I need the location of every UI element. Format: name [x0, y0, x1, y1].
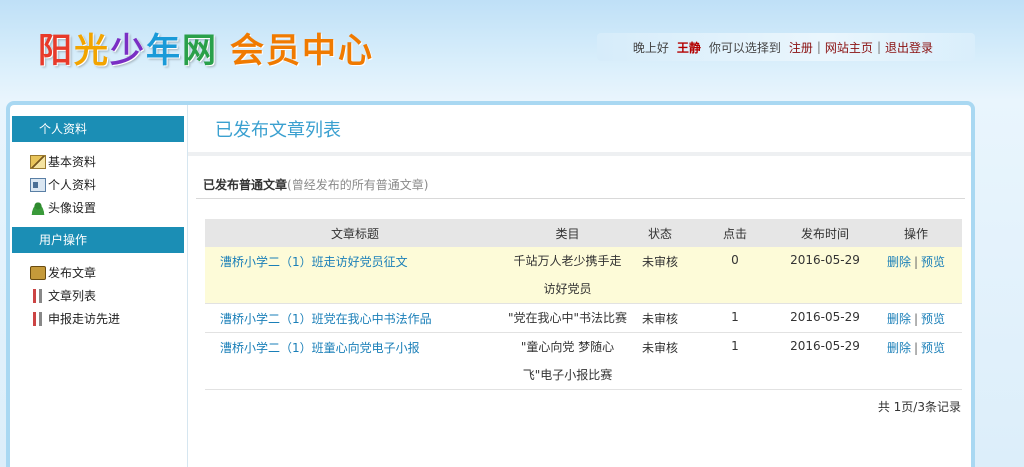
cell-actions: 删除 | 预览 [870, 332, 962, 390]
col-header-title: 文章标题 [205, 219, 505, 247]
delete-link[interactable]: 删除 [887, 255, 911, 269]
section-note: (曾经发布的所有普通文章) [287, 178, 429, 192]
logout-link[interactable]: 退出登录 [885, 39, 933, 56]
article-title-link[interactable]: 漕桥小学二（1）班党在我心中书法作品 [220, 312, 432, 326]
col-header-category: 类目 [505, 219, 630, 247]
sidebar-item-report-visit[interactable]: 申报走访先进 [30, 307, 187, 330]
register-link[interactable]: 注册 [789, 39, 813, 56]
article-title-link[interactable]: 漕桥小学二（1）班走访好党员征文 [220, 255, 408, 269]
choose-text: 你可以选择到 [708, 40, 781, 55]
table-row: 漕桥小学二（1）班党在我心中书法作品 "党在我心中"书法比赛 未审核 1 201… [205, 303, 962, 333]
sidebar: 个人资料 基本资料 个人资料 头像设置 用户操作 发布文章 文章列表 申报走访先… [10, 105, 188, 467]
tools-icon [30, 288, 46, 303]
cell-category: 千站万人老少携手走 访好党员 [505, 247, 630, 304]
sidebar-item-label: 基本资料 [48, 155, 97, 169]
divider: | [913, 312, 919, 326]
cell-date: 2016-05-29 [780, 247, 870, 304]
article-title-link[interactable]: 漕桥小学二（1）班童心向党电子小报 [220, 341, 420, 355]
category-line: "党在我心中"书法比赛 [507, 311, 628, 325]
divider: | [913, 255, 919, 269]
sidebar-list-profile: 基本资料 个人资料 头像设置 [10, 142, 187, 225]
pencil-icon [30, 154, 46, 169]
preview-link[interactable]: 预览 [921, 255, 945, 269]
logo-main-text: 阳光少年网 [38, 23, 218, 72]
divider: | [816, 40, 821, 54]
col-header-clicks: 点击 [690, 219, 780, 247]
pagination-summary: 共 1页/3条记录 [877, 400, 961, 414]
article-table: 文章标题 类目 状态 点击 发布时间 操作 漕桥小学二（1）班走访好党员征文 千… [205, 219, 962, 390]
col-header-actions: 操作 [870, 219, 962, 247]
sidebar-item-basic-info[interactable]: 基本资料 [30, 150, 187, 173]
category-line: 访好党员 [543, 282, 592, 296]
sidebar-section-profile: 个人资料 [12, 116, 184, 142]
logo-char: 阳 [38, 30, 74, 71]
category-line: 飞"电子小报比赛 [522, 368, 613, 382]
section-title: 已发布普通文章(曾经发布的所有普通文章) [196, 176, 965, 199]
user-topbar: 晚上好 王静 你可以选择到 注册 | 网站主页 | 退出登录 [597, 33, 975, 61]
sidebar-item-label: 文章列表 [48, 289, 97, 303]
main-frame: 个人资料 基本资料 个人资料 头像设置 用户操作 发布文章 文章列表 申报走访先… [6, 101, 975, 467]
content-area: 已发布文章列表 已发布普通文章(曾经发布的所有普通文章) 文章标题 类目 状态 … [188, 105, 971, 467]
site-home-link[interactable]: 网站主页 [825, 39, 873, 56]
logo-char: 网 [182, 30, 218, 71]
id-card-icon [30, 177, 46, 192]
table-row: 漕桥小学二（1）班童心向党电子小报 "童心向党 梦随心 飞"电子小报比赛 未审核 … [205, 332, 962, 390]
cell-clicks: 1 [690, 332, 780, 390]
category-line: 千站万人老少携手走 [513, 254, 622, 268]
sidebar-item-label: 个人资料 [48, 178, 97, 192]
tools-icon [30, 311, 46, 326]
delete-link[interactable]: 删除 [887, 341, 911, 355]
category-line: "童心向党 梦随心 [520, 340, 615, 354]
cell-date: 2016-05-29 [780, 332, 870, 390]
cell-status: 未审核 [630, 247, 690, 304]
cell-category: "党在我心中"书法比赛 [505, 303, 630, 333]
logo-char: 少 [110, 30, 146, 71]
sidebar-item-label: 申报走访先进 [48, 312, 121, 326]
preview-link[interactable]: 预览 [921, 312, 945, 326]
cell-title: 漕桥小学二（1）班童心向党电子小报 [205, 332, 505, 390]
cell-clicks: 0 [690, 247, 780, 304]
cell-clicks: 1 [690, 303, 780, 333]
sidebar-item-publish-article[interactable]: 发布文章 [30, 261, 187, 284]
cell-actions: 删除 | 预览 [870, 247, 962, 304]
sidebar-item-avatar-settings[interactable]: 头像设置 [30, 196, 187, 219]
section-title-text: 已发布普通文章 [203, 178, 288, 192]
page-title: 已发布文章列表 [188, 105, 971, 156]
sidebar-item-article-list[interactable]: 文章列表 [30, 284, 187, 307]
avatar-icon [30, 200, 46, 215]
cell-date: 2016-05-29 [780, 303, 870, 333]
cell-status: 未审核 [630, 332, 690, 390]
sidebar-item-label: 头像设置 [48, 201, 97, 215]
logo-char: 光 [74, 30, 110, 71]
bag-icon [30, 265, 46, 280]
logo-subtitle: 会员中心 [230, 30, 374, 71]
table-row: 漕桥小学二（1）班走访好党员征文 千站万人老少携手走 访好党员 未审核 0 201… [205, 247, 962, 304]
sidebar-section-user-ops: 用户操作 [12, 227, 184, 253]
username: 王静 [676, 40, 701, 55]
cell-actions: 删除 | 预览 [870, 303, 962, 333]
site-logo[interactable]: 阳光少年网 会员中心 [38, 22, 374, 72]
table-header-row: 文章标题 类目 状态 点击 发布时间 操作 [205, 219, 962, 247]
delete-link[interactable]: 删除 [887, 312, 911, 326]
cell-title: 漕桥小学二（1）班走访好党员征文 [205, 247, 505, 304]
sidebar-item-personal-info[interactable]: 个人资料 [30, 173, 187, 196]
cell-category: "童心向党 梦随心 飞"电子小报比赛 [505, 332, 630, 390]
cell-status: 未审核 [630, 303, 690, 333]
col-header-status: 状态 [630, 219, 690, 247]
cell-title: 漕桥小学二（1）班党在我心中书法作品 [205, 303, 505, 333]
greeting-text: 晚上好 [632, 40, 669, 55]
sidebar-item-label: 发布文章 [48, 266, 97, 280]
col-header-date: 发布时间 [780, 219, 870, 247]
logo-char: 年 [146, 30, 182, 71]
divider: | [876, 40, 881, 54]
divider: | [913, 341, 919, 355]
preview-link[interactable]: 预览 [921, 341, 945, 355]
sidebar-list-user-ops: 发布文章 文章列表 申报走访先进 [10, 253, 187, 336]
